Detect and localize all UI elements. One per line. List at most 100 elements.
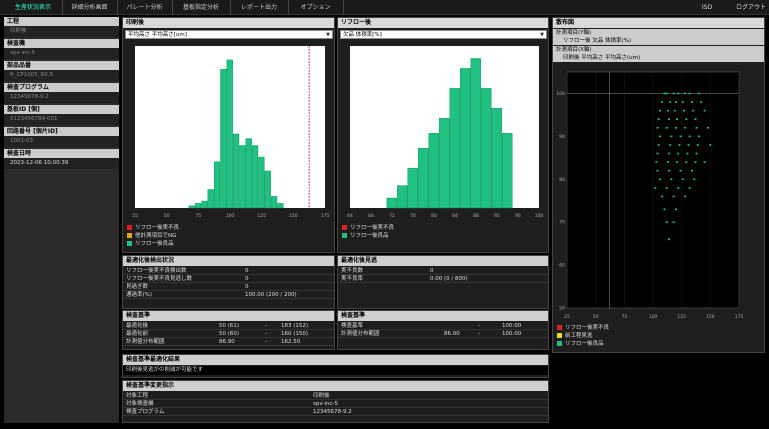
legend-swatch [557,333,562,338]
x-tick-label: 76 [410,213,416,219]
section-title: 検査基準 [123,311,334,321]
sidebar-field-label: 工程 [4,17,119,26]
tab-4[interactable]: レポート出力 [230,0,289,15]
scatter-chart: 25 50 75 100 125 150 175 50 60 70 80 90 100 [556,71,743,320]
scatter-point [693,178,696,181]
row-value: 0 [245,268,249,274]
histogram-bar [449,88,460,209]
row-label: 見過ぎ数 [126,284,149,290]
legend-item: リフロー後良品 [342,232,389,240]
tab-3[interactable]: 基板指定分析 [172,0,231,15]
legend-label: リフロー後実不良 [135,225,180,231]
scatter-point [672,195,675,198]
x-tick-label: 75 [621,314,627,320]
scatter-point [703,161,706,163]
scatter-point [677,92,680,95]
criteria-row: 最適化後 50 (61) - 183 (152) [123,322,334,330]
reflow-item-dropdown[interactable]: 欠品 体積率[%] ▼ [340,30,547,39]
tab-5[interactable]: オプション [288,0,344,15]
scatter-point [668,118,671,120]
x-tick-label: 80 [431,213,437,219]
panel-title: 印刷後 [123,18,334,28]
histogram-bar [428,133,439,209]
scatter-point [679,169,682,172]
scatter-point [695,152,698,155]
histogram-bar [418,147,429,209]
criteria-a: 86.00 [444,331,460,337]
criteria-sep: - [265,339,267,345]
criteria-sep: - [265,331,267,337]
scatter-point [657,118,660,120]
histogram-bar [386,197,397,209]
tab-2[interactable]: パレート分析 [117,0,173,15]
sidebar-field-label: 検査日時 [4,149,119,158]
sidebar-field-label: 検査機 [4,39,119,48]
row-label: 検査プログラム [126,409,165,415]
scatter-point [663,92,666,95]
scatter-point [658,109,661,112]
y-tick-label: 70 [559,220,565,226]
x-tick-label: 64 [347,213,353,219]
scatter-point [670,135,673,138]
row-label: 計測値分布範囲 [341,331,380,337]
scatter-point [688,135,691,138]
escape-stats-panel: 最適化後見逃 実不良数 0 実不良率 0.00 (0 / 800) [337,255,549,309]
scatter-point [666,109,669,112]
scatter-point [674,101,677,103]
sidebar-field-value: R_CP1005_R0.5 [4,70,119,81]
scatter-point [672,92,675,95]
scatter-point [685,118,688,120]
scatter-point [665,92,668,95]
legend-swatch [557,325,562,330]
scatter-point [681,101,684,103]
tab-0[interactable]: 生産状況表示 [4,0,63,15]
x-tick-label: 125 [257,213,266,219]
legend-item: 前工程見逃 [557,332,593,340]
histogram-bar [397,185,408,209]
row-value: spv-inc-5 [313,401,338,407]
data-row: 実不良率 0.00 (0 / 800) [338,275,548,283]
scatter-point [681,178,684,181]
scatter-point [676,161,679,163]
histogram-bar [245,138,252,209]
legend-label: リフロー後実不良 [350,225,395,231]
histogram-bar [491,108,502,209]
scatter-point [676,118,679,120]
histogram-bar [264,170,271,209]
row-label: 計測値分布範囲 [126,339,165,345]
legend-item: リフロー後良品 [557,340,604,348]
tab-1[interactable]: 詳細分析画面 [62,0,118,15]
legend-item: リフロー後実不良 [557,324,609,332]
histogram-bar [213,161,221,209]
sidebar: 工程 印刷後 検査機 spv-inc-5 部品品番 R_CP1005_R0.5 検査プログラ… [4,17,119,423]
reflow-histogram-chart: 64 68 72 76 80 84 88 92 96 100 [347,46,544,219]
y-item-label: 計測項目(Y軸) [553,29,764,37]
scatter-point [665,221,668,223]
histogram-bar [277,203,284,209]
scatter-point [663,208,666,211]
x-item-value[interactable]: 印刷後 平均高さ 平均高さ(um) [553,54,764,62]
row-label: リフロー後実不良見逃し数 [126,276,193,282]
criteria-b: 100.00 [502,331,522,337]
scatter-point [687,144,690,146]
print-item-dropdown[interactable]: 平均高さ 平均高さ[um] ▼ [125,30,333,39]
logout-link[interactable]: ログアウト [736,0,766,15]
print-histogram-panel: 印刷後 平均高さ 平均高さ[um] ▼ 25 50 75 100 125 150 175 リ… [122,17,335,253]
legend-item: 他計測項目でNG [127,232,176,240]
row-label: 対象検査機 [126,401,154,407]
scatter-point [669,101,672,103]
row-value: 0.00 (0 / 800) [430,276,468,282]
x-tick-label: 75 [195,213,201,219]
y-item-value[interactable]: リフロー後 欠品 体積率(%) [553,37,764,45]
x-tick-label: 92 [494,213,500,219]
y-tick-label: 50 [559,306,565,312]
scatter-point [670,178,673,181]
criteria-row: 計測値分布範囲 86.90 - 162.50 [123,338,334,346]
criteria-row: 最適化前 50 (60) - 160 (150) [123,330,334,338]
scatter-point [686,152,689,155]
data-row: 検査プログラム 12345678-9.2 [123,408,548,416]
x-tick-label: 72 [389,213,395,219]
x-tick-label: 100 [535,213,544,219]
scatter-point [658,178,661,181]
scatter-point [696,144,699,146]
